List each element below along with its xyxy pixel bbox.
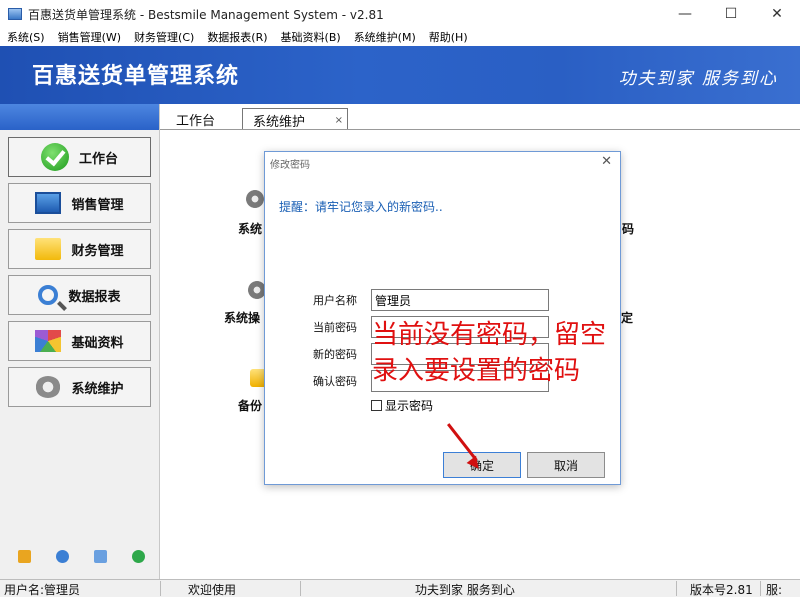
- minimize-button[interactable]: —: [662, 0, 708, 28]
- show-password-checkbox[interactable]: [371, 400, 382, 411]
- dialog-hint: 提醒：请牢记您录入的新密码..: [279, 200, 443, 214]
- menu-system[interactable]: 系统(S): [0, 29, 51, 45]
- sidebar-item-reports[interactable]: 数据报表: [8, 275, 151, 315]
- window-controls: — ☐ ✕: [662, 0, 800, 28]
- show-password-label: 显示密码: [385, 399, 434, 413]
- tab-label: 系统维护: [253, 115, 306, 130]
- banner-title: 百惠送货单管理系统: [32, 64, 240, 89]
- app-icon: [8, 8, 22, 20]
- sidebar-toolbar: [18, 550, 170, 563]
- title-bar: 百惠送货单管理系统 - Bestsmile Management System …: [0, 0, 800, 28]
- status-version: 版本号2.81: [690, 583, 753, 597]
- tab-workbench[interactable]: 工作台: [166, 108, 225, 130]
- username-row: 用户名称: [313, 289, 549, 311]
- menu-bar: 系统(S) 销售管理(W) 财务管理(C) 数据报表(R) 基础资料(B) 系统…: [0, 28, 800, 46]
- status-welcome: 欢迎使用: [188, 583, 237, 597]
- new-password-label: 新的密码: [313, 348, 357, 361]
- back-icon[interactable]: [132, 550, 145, 563]
- sidebar-item-label: 系统维护: [71, 381, 124, 397]
- status-separator: [676, 581, 677, 596]
- key-icon[interactable]: [18, 550, 31, 563]
- status-extra: 服:: [766, 583, 783, 597]
- confirm-password-label: 确认密码: [313, 375, 357, 388]
- search-icon: [38, 285, 59, 305]
- tab-close-icon[interactable]: ×: [335, 115, 343, 126]
- palette-icon: [35, 330, 62, 352]
- content-item-password[interactable]: 码: [622, 220, 634, 237]
- username-field[interactable]: [371, 289, 549, 311]
- status-separator: [160, 581, 161, 596]
- monitor-icon[interactable]: [94, 550, 107, 563]
- tab-divider: [160, 129, 800, 130]
- status-slogan: 功夫到家 服务到心: [415, 583, 515, 597]
- sidebar-item-label: 数据报表: [68, 289, 121, 305]
- folder-icon: [35, 238, 62, 260]
- sales-icon: [35, 192, 62, 214]
- dialog-title: 修改密码: [270, 160, 310, 171]
- sidebar-item-label: 工作台: [78, 151, 118, 167]
- sidebar-item-label: 财务管理: [71, 243, 124, 259]
- app-banner: 百惠送货单管理系统 功夫到家 服务到心: [0, 46, 800, 104]
- cancel-button[interactable]: 取消: [527, 452, 605, 478]
- banner-slogan: 功夫到家 服务到心: [618, 69, 778, 89]
- content-item-backup[interactable]: 备份: [238, 397, 262, 414]
- sidebar-item-maintenance[interactable]: 系统维护: [8, 367, 151, 407]
- maximize-button[interactable]: ☐: [708, 0, 754, 28]
- status-separator: [300, 581, 301, 596]
- close-window-button[interactable]: ✕: [754, 0, 800, 28]
- sidebar-item-label: 基础资料: [71, 335, 124, 351]
- status-user: 用户名:管理员: [4, 583, 81, 597]
- content-item-system-ops[interactable]: 系统操: [224, 309, 260, 326]
- gear-icon: [35, 376, 62, 398]
- window-title: 百惠送货单管理系统 - Bestsmile Management System …: [28, 7, 384, 22]
- sidebar-item-label: 销售管理: [71, 197, 124, 213]
- dialog-close-icon[interactable]: ✕: [601, 154, 612, 169]
- menu-help[interactable]: 帮助(H): [422, 29, 474, 45]
- menu-finance[interactable]: 财务管理(C): [127, 29, 200, 45]
- check-icon: [40, 143, 69, 171]
- status-bar: 用户名:管理员 欢迎使用 功夫到家 服务到心 版本号2.81 服:: [0, 579, 800, 597]
- tab-system-maintenance[interactable]: 系统维护 ×: [242, 108, 348, 130]
- content-item-system[interactable]: 系统: [238, 220, 262, 237]
- sidebar-item-workbench[interactable]: 工作台: [8, 137, 151, 177]
- sidebar-header: [0, 104, 159, 130]
- content-item-settings[interactable]: 定: [621, 309, 633, 326]
- sidebar-item-sales[interactable]: 销售管理: [8, 183, 151, 223]
- status-separator: [760, 581, 761, 596]
- tab-strip: 工作台 系统维护 ×: [160, 104, 800, 130]
- menu-maintenance[interactable]: 系统维护(M): [347, 29, 422, 45]
- menu-sales[interactable]: 销售管理(W): [51, 29, 127, 45]
- annotation-current-password: 当前没有密码，留空: [372, 320, 607, 350]
- clock-icon[interactable]: [56, 550, 69, 563]
- sidebar-item-basic-data[interactable]: 基础资料: [8, 321, 151, 361]
- current-password-label: 当前密码: [313, 321, 357, 334]
- sidebar: 工作台 销售管理 财务管理 数据报表 基础资料 系统维护: [0, 104, 160, 579]
- menu-reports[interactable]: 数据报表(R): [200, 29, 273, 45]
- menu-basic-data[interactable]: 基础资料(B): [274, 29, 347, 45]
- username-label: 用户名称: [313, 294, 357, 307]
- annotation-new-password: 录入要设置的密码: [372, 356, 581, 386]
- show-password-toggle[interactable]: 显示密码: [371, 397, 433, 414]
- gear-icon: [246, 190, 264, 208]
- sidebar-item-finance[interactable]: 财务管理: [8, 229, 151, 269]
